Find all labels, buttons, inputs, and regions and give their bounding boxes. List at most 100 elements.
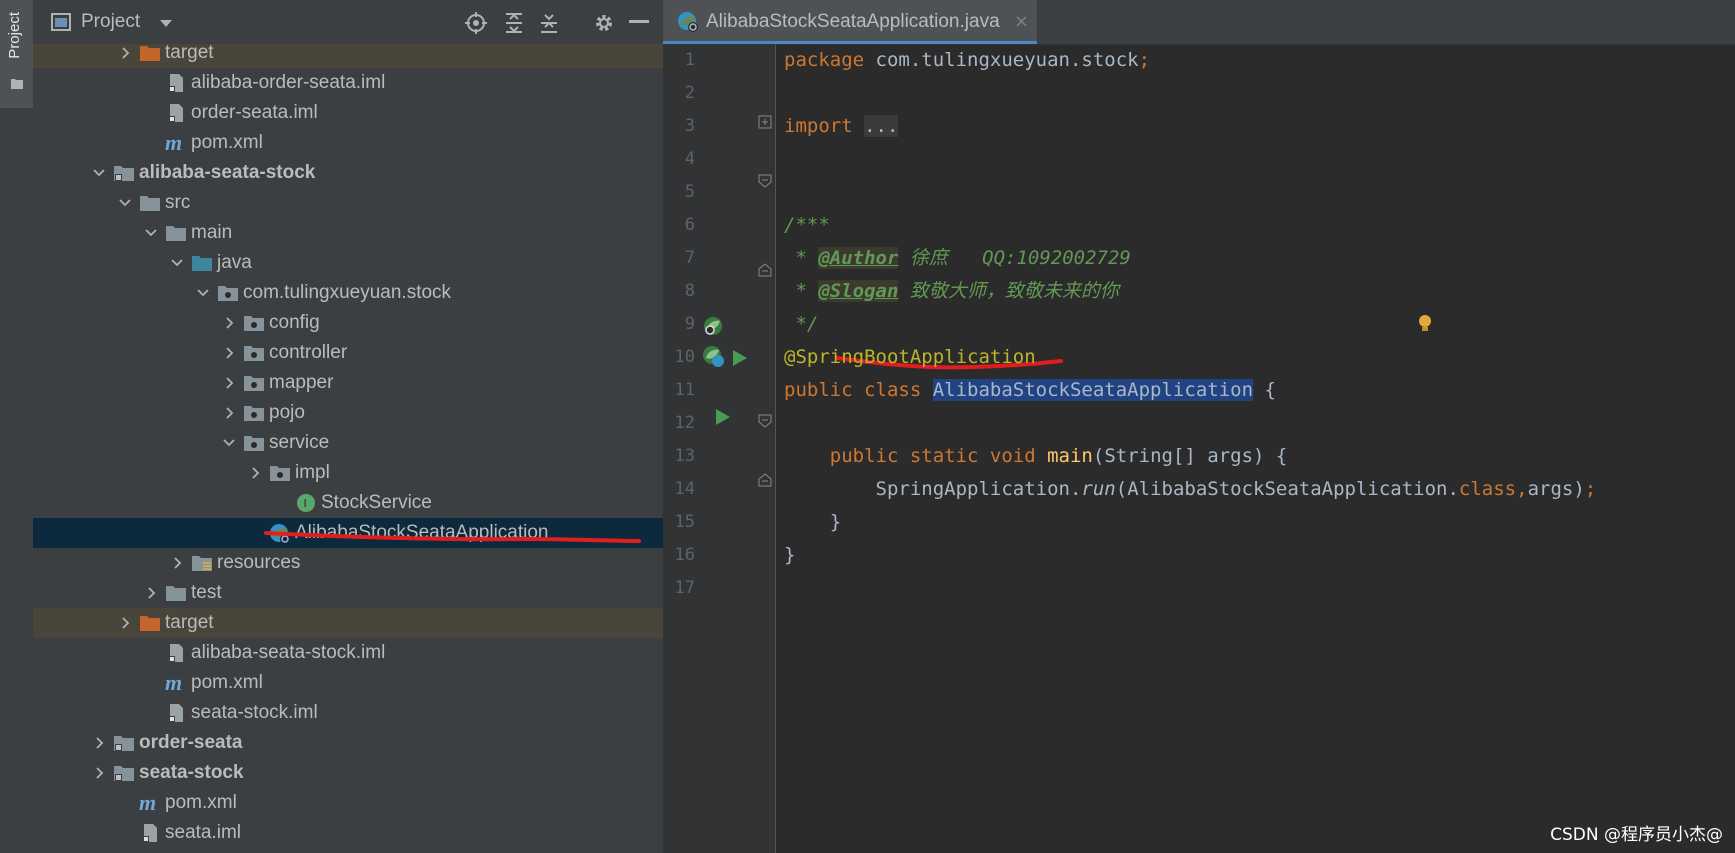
tree-item[interactable]: com.tulingxueyuan.stock (33, 278, 663, 308)
iml-file-icon (165, 703, 187, 723)
locate-icon[interactable] (465, 12, 487, 34)
annotation-underline-tree (264, 531, 641, 543)
tree-item[interactable]: resources (33, 548, 663, 578)
code-line[interactable]: } (784, 539, 795, 572)
fold-icon[interactable] (758, 174, 772, 188)
chevron-right-icon[interactable] (91, 728, 107, 758)
code-token: main (1047, 445, 1093, 467)
fold-icon[interactable] (758, 263, 772, 277)
chevron-down-icon[interactable] (117, 188, 133, 218)
interface-icon: I (295, 493, 317, 513)
spring-bean-icon[interactable] (702, 315, 724, 337)
tree-item[interactable]: sentinel-demo (33, 848, 663, 853)
folded-imports[interactable]: ... (864, 115, 899, 137)
intention-bulb-icon[interactable] (1417, 314, 1433, 334)
chevron-down-icon[interactable] (169, 248, 185, 278)
chevron-down-icon[interactable] (143, 218, 159, 248)
chevron-right-icon[interactable] (117, 44, 133, 68)
package-icon (217, 283, 239, 303)
chevron-down-icon[interactable] (221, 428, 237, 458)
code-token: public static void (829, 445, 1048, 467)
chevron-right-icon[interactable] (91, 758, 107, 788)
spring-class-icon (678, 12, 698, 32)
tree-item[interactable]: seata-stock (33, 758, 663, 788)
source-folder-icon (191, 253, 213, 273)
resources-folder-icon (191, 553, 213, 573)
chevron-right-icon[interactable] (143, 578, 159, 608)
chevron-right-icon[interactable] (221, 368, 237, 398)
package-icon (269, 463, 291, 483)
chevron-right-icon[interactable] (221, 338, 237, 368)
project-tool-window-label: Project (6, 12, 23, 59)
collapse-all-icon[interactable] (539, 12, 559, 34)
tree-item[interactable]: I StockService (33, 488, 663, 518)
minimize-icon[interactable] (629, 20, 649, 24)
chevron-right-icon[interactable] (117, 608, 133, 638)
tree-item[interactable]: m pom.xml (33, 788, 663, 818)
tree-item[interactable]: order-seata.iml (33, 98, 663, 128)
project-panel-title[interactable]: Project (81, 11, 140, 33)
tree-item[interactable]: m pom.xml (33, 128, 663, 158)
code-line[interactable]: @SpringBootApplication (784, 341, 1036, 374)
code-line[interactable]: */ (784, 308, 818, 341)
code-line[interactable]: import ... (784, 110, 899, 143)
tree-item[interactable]: service (33, 428, 663, 458)
close-icon[interactable]: × (1014, 11, 1029, 32)
code-token: ; (1138, 49, 1151, 71)
tree-item[interactable]: pojo (33, 398, 663, 428)
folder-icon (11, 79, 23, 89)
tree-item[interactable]: alibaba-seata-stock.iml (33, 638, 663, 668)
chevron-right-icon[interactable] (221, 308, 237, 338)
code-line[interactable]: } (784, 506, 841, 539)
tree-item[interactable]: mapper (33, 368, 663, 398)
tree-item[interactable]: target (33, 44, 663, 68)
project-view-icon (51, 13, 71, 31)
tree-item[interactable]: impl (33, 458, 663, 488)
code-line[interactable]: package com.tulingxueyuan.stock; (784, 44, 1150, 77)
chevron-right-icon[interactable] (65, 848, 81, 853)
tree-item[interactable]: config (33, 308, 663, 338)
chevron-down-icon[interactable] (91, 158, 107, 188)
code-token: { (1253, 379, 1276, 401)
tab-alibaba-stock-seata-application[interactable]: AlibabaStockSeataApplication.java × (663, 0, 1037, 44)
spring-bean-icon[interactable] (702, 345, 726, 369)
fold-icon[interactable] (758, 473, 772, 487)
tree-item-label: controller (269, 342, 348, 363)
tree-item[interactable]: alibaba-order-seata.iml (33, 68, 663, 98)
tree-item[interactable]: java (33, 248, 663, 278)
tree-item[interactable]: main (33, 218, 663, 248)
chevron-down-icon[interactable] (159, 19, 173, 28)
code-line[interactable]: SpringApplication.run(AlibabaStockSeataA… (784, 473, 1597, 506)
tree-item[interactable]: controller (33, 338, 663, 368)
fold-icon[interactable] (758, 414, 772, 428)
tree-item[interactable]: seata-stock.iml (33, 698, 663, 728)
tree-item[interactable]: target (33, 608, 663, 638)
tree-item[interactable]: seata.iml (33, 818, 663, 848)
chevron-down-icon[interactable] (195, 278, 211, 308)
svg-text:m: m (139, 793, 156, 813)
code-line[interactable]: * @Author 徐庶 QQ:1092002729 (784, 242, 1131, 275)
tree-item-label: seata-stock.iml (191, 702, 318, 723)
code-line[interactable]: * @Slogan 致敬大师，致敬未来的你 (784, 275, 1119, 308)
fold-icon[interactable] (758, 115, 772, 129)
tree-item[interactable]: src (33, 188, 663, 218)
tree-item[interactable]: test (33, 578, 663, 608)
chevron-right-icon[interactable] (247, 458, 263, 488)
run-icon[interactable] (715, 408, 731, 426)
project-panel-header: Project (33, 0, 663, 45)
chevron-right-icon[interactable] (169, 548, 185, 578)
code-token: , (1516, 478, 1528, 500)
run-icon[interactable] (732, 349, 748, 367)
code-line[interactable]: /*** (784, 209, 830, 242)
tree-item[interactable]: alibaba-seata-stock (33, 158, 663, 188)
tree-item-label: seata-stock (139, 762, 244, 783)
tree-item[interactable]: m pom.xml (33, 668, 663, 698)
chevron-right-icon[interactable] (221, 398, 237, 428)
tree-item[interactable]: order-seata (33, 728, 663, 758)
code-line[interactable]: public static void main(String[] args) { (784, 440, 1288, 473)
gear-icon[interactable] (593, 12, 615, 34)
project-tool-window-button[interactable]: Project (0, 0, 33, 108)
tree-item-label: StockService (321, 492, 432, 513)
expand-all-icon[interactable] (504, 12, 524, 34)
code-line[interactable]: public class AlibabaStockSeataApplicatio… (784, 374, 1276, 407)
